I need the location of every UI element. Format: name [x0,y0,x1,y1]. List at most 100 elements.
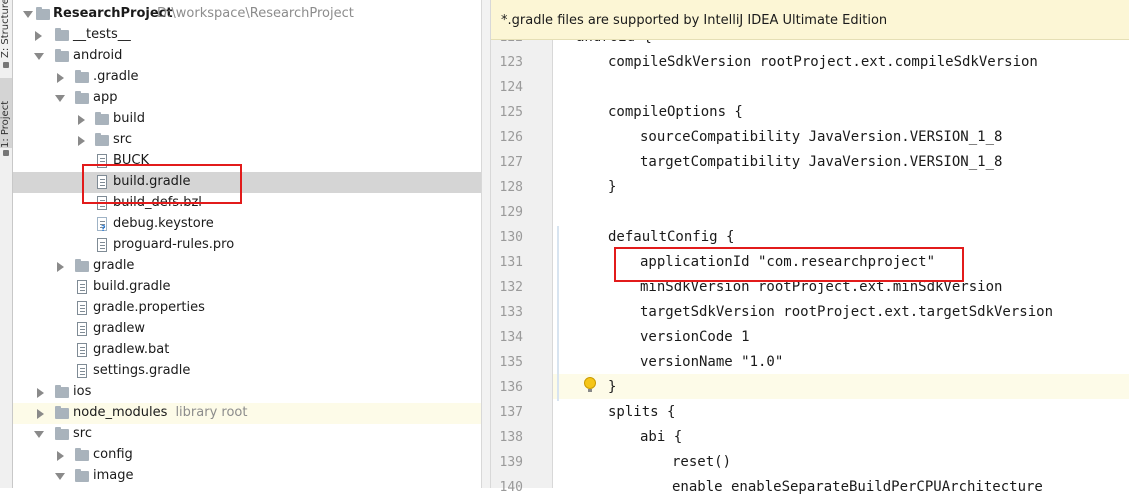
code-line: minSdkVersion rootProject.ext.minSdkVers… [640,279,1003,295]
folder-icon [75,259,89,272]
folder-icon [95,133,109,146]
tree-label: config [93,447,133,462]
line-number: 126 [499,130,523,145]
line-number: 139 [499,455,523,470]
folder-icon [75,469,89,482]
tree-label: gradle [93,258,135,273]
tree-label: build.gradle [113,174,191,189]
tree-label: build.gradle [93,279,171,294]
tree-row[interactable]: build_defs.bzl [13,193,491,214]
tree-label: build [113,111,145,126]
tree-row[interactable]: config [13,445,491,466]
line-number: 124 [499,80,523,95]
tree-row[interactable]: src [13,424,491,445]
tree-label: gradle.properties [93,300,205,315]
tree-row-selected[interactable]: build.gradle [13,172,491,193]
code-editor[interactable]: 1221231241251261271281291301311321331341… [491,0,1129,495]
panel-splitter[interactable] [481,0,491,488]
tree-row[interactable]: __tests__ [13,25,491,46]
tree-row[interactable]: gradle.properties [13,298,491,319]
code-line: } [608,179,617,195]
chevron-down-icon[interactable] [23,11,33,18]
tree-row[interactable]: node_modules library root [13,403,491,424]
tree-row[interactable]: ? debug.keystore [13,214,491,235]
folder-icon [36,7,50,20]
tree-row[interactable]: build [13,109,491,130]
tool-window-strip: Z: Structure 1: Project [0,0,13,488]
chevron-right-icon[interactable] [57,262,64,272]
tree-label: __tests__ [73,27,131,42]
chevron-right-icon[interactable] [78,136,85,146]
tree-row[interactable]: src [13,130,491,151]
tree-label: image [93,468,134,483]
tree-row[interactable]: gradlew.bat [13,340,491,361]
line-number: 131 [499,255,523,270]
folder-icon [75,448,89,461]
chevron-right-icon[interactable] [37,409,44,419]
tree-row[interactable]: BUCK [13,151,491,172]
structure-icon [3,62,9,68]
file-icon [97,196,107,210]
tree-row[interactable]: proguard-rules.pro [13,235,491,256]
project-icon [3,150,9,156]
tree-label: BUCK [113,153,150,168]
code-line: splits { [608,404,676,420]
gradle-file-icon [97,175,107,189]
tree-row[interactable]: android [13,46,491,67]
line-number: 128 [499,180,523,195]
tree-row[interactable]: gradlew [13,319,491,340]
tree-label: android [73,48,123,63]
project-tab[interactable]: 1: Project [0,78,12,148]
tree-label: .gradle [93,69,139,84]
tree-row[interactable]: app [13,88,491,109]
line-number: 133 [499,305,523,320]
code-line: applicationId "com.researchproject" [640,254,936,270]
file-icon [97,154,107,168]
lightbulb-icon[interactable] [584,377,596,392]
folder-icon [95,112,109,125]
file-icon [77,301,87,315]
tree-label: settings.gradle [93,363,191,378]
folder-icon [75,70,89,83]
notification-banner: *.gradle files are supported by IntelliJ… [491,0,1129,40]
code-line: reset() [672,454,732,470]
tree-label: src [73,426,92,441]
tree-row[interactable]: settings.gradle [13,361,491,382]
tree-row[interactable]: image [13,466,491,487]
tree-label: ios [73,384,92,399]
tree-row[interactable]: .gradle [13,67,491,88]
tree-label: src [113,132,132,147]
code-line: versionName "1.0" [640,354,784,370]
line-number: 135 [499,355,523,370]
line-number: 138 [499,430,523,445]
chevron-down-icon[interactable] [55,95,65,102]
tree-label: node_modules library root [73,405,248,420]
folder-icon [55,427,69,440]
file-icon [77,343,87,357]
chevron-right-icon[interactable] [57,451,64,461]
line-number: 127 [499,155,523,170]
chevron-right-icon[interactable] [78,115,85,125]
line-number: 130 [499,230,523,245]
tree-row[interactable]: build.gradle [13,277,491,298]
chevron-right-icon[interactable] [57,73,64,83]
tree-row-root[interactable]: ResearchProject D:\workspace\ResearchPro… [13,4,491,25]
chevron-down-icon[interactable] [55,473,65,480]
tree-row[interactable]: gradle [13,256,491,277]
chevron-down-icon[interactable] [34,53,44,60]
line-number: 137 [499,405,523,420]
tree-label: gradlew [93,321,146,336]
folder-icon [55,385,69,398]
code-line: targetSdkVersion rootProject.ext.targetS… [640,304,1054,320]
chevron-down-icon[interactable] [34,431,44,438]
code-line: defaultConfig { [608,229,735,245]
code-line: } [608,379,617,395]
chevron-right-icon[interactable] [35,31,42,41]
line-number: 129 [499,205,523,220]
code-line: sourceCompatibility JavaVersion.VERSION_… [640,129,1003,145]
project-tree[interactable]: ResearchProject D:\workspace\ResearchPro… [13,0,491,488]
chevron-right-icon[interactable] [37,388,44,398]
code-line: compileSdkVersion rootProject.ext.compil… [608,54,1038,70]
tree-row[interactable]: ios [13,382,491,403]
structure-tab[interactable]: Z: Structure [0,0,12,58]
